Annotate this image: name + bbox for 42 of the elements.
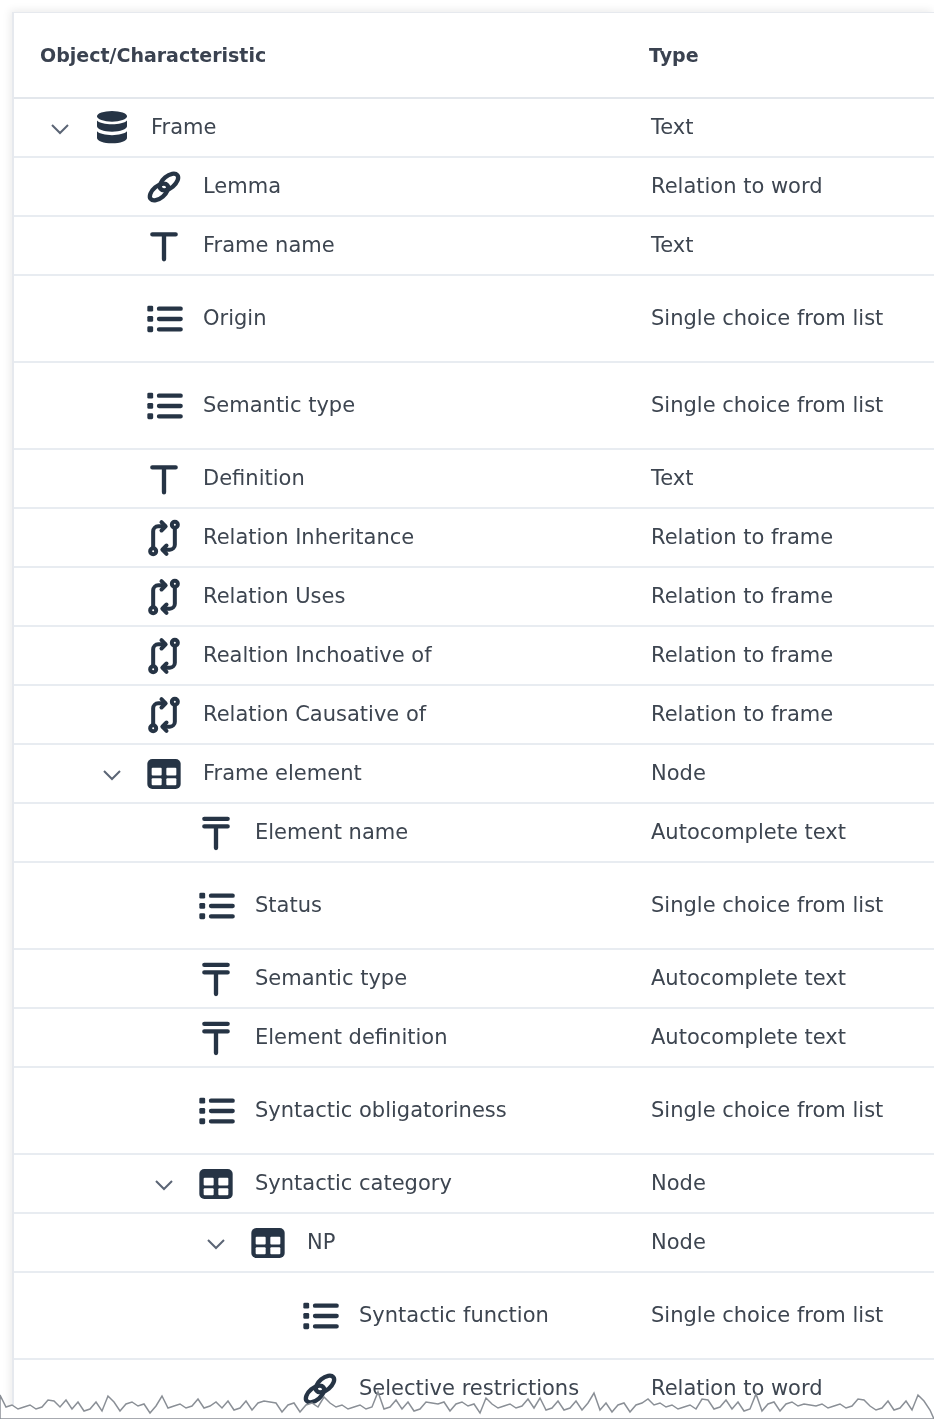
type-label: Single choice from list bbox=[651, 391, 884, 419]
type-label: Node bbox=[651, 1228, 706, 1256]
column-header: Type bbox=[649, 42, 699, 68]
column-header: Object/Characteristic bbox=[39, 42, 268, 68]
item-name: Realtion Inchoative of bbox=[203, 641, 432, 669]
type-label: Single choice from list bbox=[651, 1096, 884, 1124]
type-label: Relation to frame bbox=[651, 523, 834, 551]
item-name: Selective restrictions bbox=[359, 1374, 580, 1402]
item-name: Syntactic category bbox=[255, 1169, 452, 1197]
type-label: Relation to frame bbox=[651, 582, 834, 610]
item-name: Relation Uses bbox=[203, 582, 346, 610]
type-label: Autocomplete text bbox=[651, 964, 846, 992]
item-name: Relation Causative of bbox=[203, 700, 427, 728]
item-name: Relation Inheritance bbox=[203, 523, 415, 551]
item-name: Frame bbox=[151, 113, 217, 141]
item-name: Definition bbox=[203, 464, 305, 492]
type-label: Autocomplete text bbox=[651, 818, 846, 846]
type-label: Text bbox=[651, 464, 694, 492]
item-name: Lemma bbox=[203, 172, 282, 200]
type-label: Single choice from list bbox=[651, 891, 884, 919]
type-label: Single choice from list bbox=[651, 1301, 884, 1329]
item-name: Origin bbox=[203, 304, 267, 332]
item-name: Semantic type bbox=[203, 391, 356, 419]
item-name: Semantic type bbox=[255, 964, 408, 992]
type-label: Relation to word bbox=[651, 1374, 823, 1402]
type-label: Node bbox=[651, 1169, 706, 1197]
item-name: Frame element bbox=[203, 759, 362, 787]
type-label: Single choice from list bbox=[651, 304, 884, 332]
type-label: Relation to frame bbox=[651, 641, 834, 669]
item-name: Element definition bbox=[255, 1023, 448, 1051]
type-label: Text bbox=[651, 113, 694, 141]
item-name: Frame name bbox=[203, 231, 335, 259]
type-label: Relation to word bbox=[651, 172, 823, 200]
type-label: Autocomplete text bbox=[651, 1023, 846, 1051]
type-label: Node bbox=[651, 759, 706, 787]
item-name: Syntactic obligatoriness bbox=[255, 1096, 507, 1124]
type-label: Relation to frame bbox=[651, 700, 834, 728]
type-label: Text bbox=[651, 231, 694, 259]
item-name: Element name bbox=[255, 818, 409, 846]
item-name: NP bbox=[307, 1228, 336, 1256]
item-name: Syntactic function bbox=[359, 1301, 549, 1329]
item-name: Status bbox=[255, 891, 322, 919]
